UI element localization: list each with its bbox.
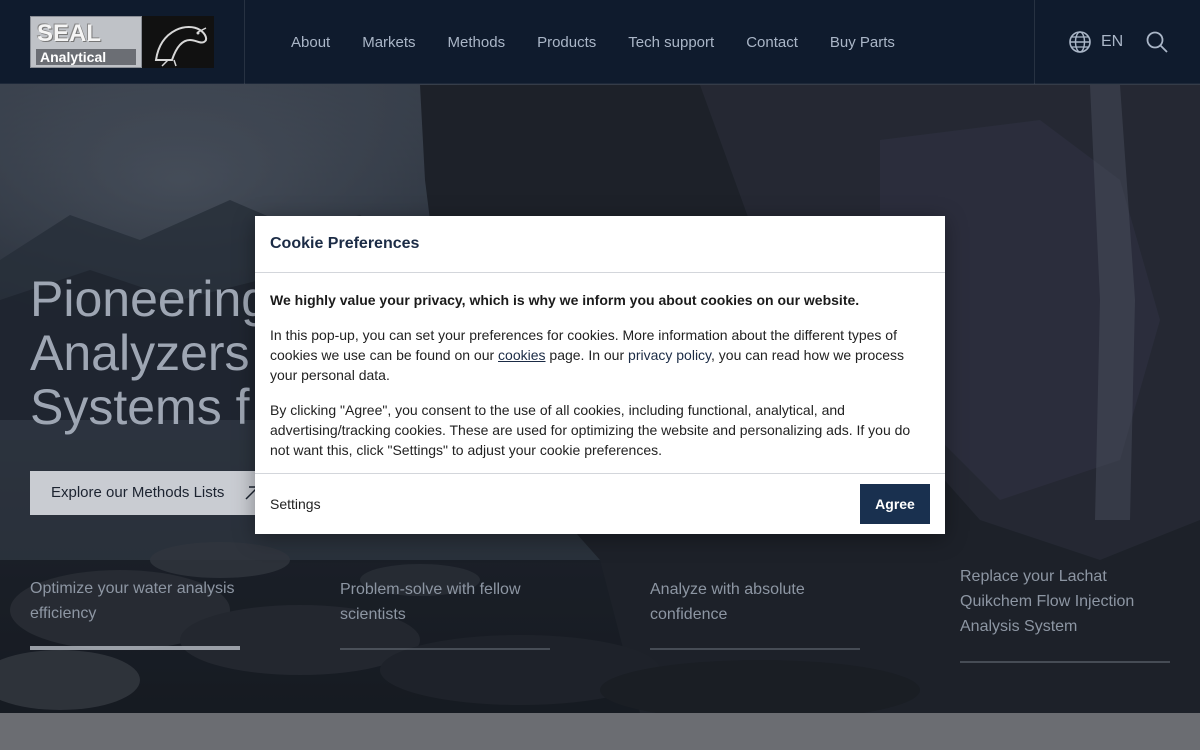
info-text-part-2: page. In our — [545, 347, 629, 363]
dialog-title: Cookie Preferences — [270, 235, 420, 252]
privacy-policy-link[interactable]: privacy policy — [628, 347, 711, 363]
dialog-info-paragraph: In this pop-up, you can set your prefere… — [270, 325, 930, 385]
dialog-consent-paragraph: By clicking "Agree", you consent to the … — [270, 402, 911, 458]
cookies-page-link[interactable]: cookies — [498, 347, 545, 363]
dialog-header: Cookie Preferences — [255, 216, 945, 273]
dialog-lead-text: We highly value your privacy, which is w… — [270, 292, 860, 308]
settings-button[interactable]: Settings — [270, 496, 321, 512]
cookie-preferences-dialog: Cookie Preferences We highly value your … — [255, 216, 945, 534]
dialog-body: We highly value your privacy, which is w… — [255, 273, 945, 473]
agree-button[interactable]: Agree — [860, 484, 930, 524]
dialog-footer: Settings Agree — [255, 473, 945, 534]
